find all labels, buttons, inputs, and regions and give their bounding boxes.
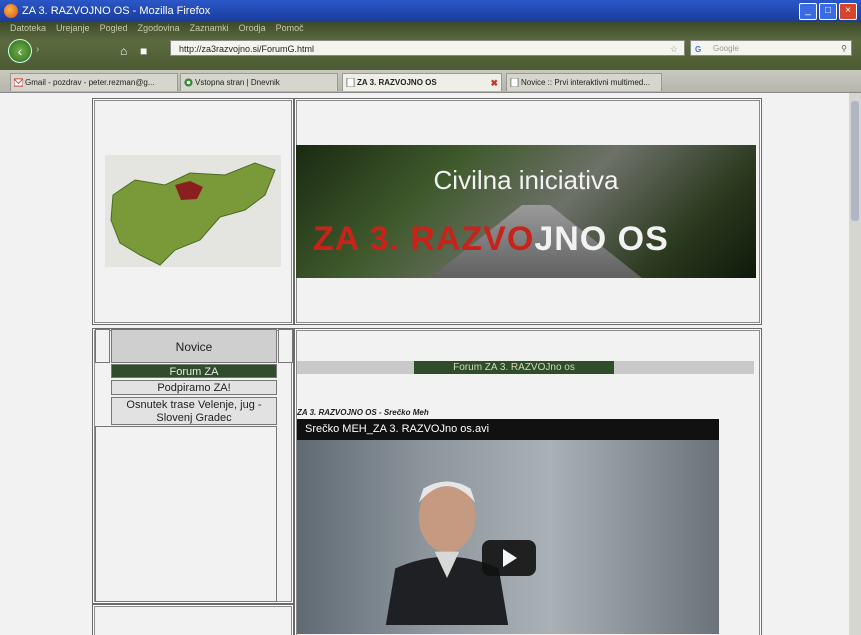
browser-toolbar: Datoteka Urejanje Pogled Zgodovina Zazna… [0,22,861,70]
menu-item-bookmarks[interactable]: Zaznamki [190,23,229,33]
banner-subtitle-red: ZA 3. RAZVO [313,220,535,258]
close-button[interactable]: × [839,3,857,20]
page-icon [346,78,355,87]
scrollbar-thumb[interactable] [851,101,859,221]
banner-subtitle-white: JNO OS [534,220,669,258]
tab-za3razvojno[interactable]: ZA 3. RAZVOJNO OS ✖ [342,73,502,91]
banner-title: Civilna iniciativa [433,165,619,195]
close-tab-icon[interactable]: ✖ [490,74,498,91]
bookmark-page-icon[interactable]: ■ [140,44,154,58]
search-input[interactable]: G Google ⚲ [690,40,852,56]
maximize-button[interactable]: □ [819,3,837,20]
menu-item-file[interactable]: Datoteka [10,23,46,33]
sidebar-item-forum[interactable]: Forum ZA [111,364,277,378]
star-icon[interactable]: ☆ [670,41,678,57]
home-icon[interactable]: ⌂ [120,44,134,58]
sidebar-empty-area [95,426,277,602]
window-titlebar: ZA 3. RAZVOJNO OS - Mozilla Firefox _ □ … [0,0,861,22]
menu-item-history[interactable]: Zgodovina [138,23,180,33]
forward-arrow-icon[interactable]: › [36,44,50,58]
url-bar[interactable]: http://za3razvojno.si/ForumG.html ☆ [170,40,685,56]
sidebar-heading-novice[interactable]: Novice [111,329,277,363]
firefox-icon [4,4,18,18]
tab-label: ZA 3. RAZVOJNO OS [357,78,437,87]
navigation-bar: ‹ › ⌂ ■ http://za3razvojno.si/ForumG.htm… [0,36,861,66]
search-placeholder: Google [713,44,739,53]
tab-bar: Gmail - pozdrav - peter.rezman@g... Vsto… [0,70,861,93]
menu-item-tools[interactable]: Orodja [239,23,266,33]
sidebar-item-osnutek[interactable]: Osnutek trase Velenje, jug - Slovenj Gra… [111,397,277,425]
menu-item-edit[interactable]: Urejanje [56,23,90,33]
banner-image: Civilna iniciativa ZA 3. RAZVOJNO OS [296,145,756,278]
forum-title: Forum ZA 3. RAZVOJno os [414,361,614,374]
sidebar-spacer [95,329,110,363]
video-title: Srečko MEH_ZA 3. RAZVOJno os.avi [297,419,719,440]
tab-label: Gmail - pozdrav - peter.rezman@g... [25,78,155,87]
menu-item-view[interactable]: Pogled [100,23,128,33]
menubar: Datoteka Urejanje Pogled Zgodovina Zazna… [10,23,304,33]
page-viewport: Civilna iniciativa ZA 3. RAZVOJNO OS Nov… [0,93,849,635]
search-icon[interactable]: ⚲ [841,41,847,57]
dnevnik-icon [184,78,193,87]
sidebar-item-podpiramo[interactable]: Podpiramo ZA! [111,380,277,395]
tab-dnevnik[interactable]: Vstopna stran | Dnevnik [180,73,338,91]
sidebar-spacer [278,329,293,363]
banner-subtitle: ZA 3. RAZVOJNO OS [313,220,669,259]
minimize-button[interactable]: _ [799,3,817,20]
page-icon [510,78,519,87]
tab-label: Novice :: Prvi interaktivni multimed... [521,78,650,87]
google-icon: G [695,45,702,54]
url-text: http://za3razvojno.si/ForumG.html [179,44,315,54]
slovenia-map-image [105,155,281,267]
tab-label: Vstopna stran | Dnevnik [195,78,280,87]
video-caption: ZA 3. RAZVOJNO OS - Srečko Meh [297,408,429,417]
tab-novice[interactable]: Novice :: Prvi interaktivni multimed... [506,73,662,91]
vertical-scrollbar[interactable] [849,93,861,635]
tab-gmail[interactable]: Gmail - pozdrav - peter.rezman@g... [10,73,178,91]
sidebar-bottom-cell [92,604,294,635]
menu-item-help[interactable]: Pomoč [276,23,304,33]
video-player[interactable]: Srečko MEH_ZA 3. RAZVOJno os.avi [297,419,719,634]
back-arrow-icon[interactable]: ‹ [8,39,32,63]
gmail-icon [14,78,23,87]
video-frame [297,440,719,634]
window-title: ZA 3. RAZVOJNO OS - Mozilla Firefox [22,5,211,17]
play-button-icon[interactable] [482,540,536,576]
